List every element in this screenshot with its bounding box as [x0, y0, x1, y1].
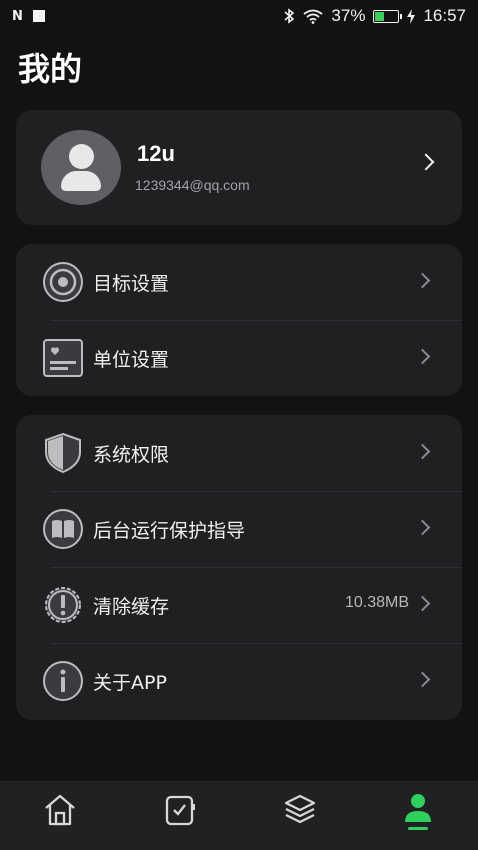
menu-item-background-guide[interactable]: 后台运行保护指导: [16, 491, 462, 567]
home-icon: [45, 794, 75, 826]
chevron-right-icon: [414, 272, 431, 289]
username: 12u: [137, 141, 175, 166]
battery-fill: [375, 11, 384, 21]
wifi-icon: [303, 9, 323, 24]
menu-item-label: 系统权限: [93, 444, 170, 466]
clock-time: 16:57: [423, 6, 466, 25]
target-icon: [43, 262, 83, 302]
settings-group-1: 目标设置 单位设置: [16, 244, 462, 396]
avatar[interactable]: [41, 130, 121, 205]
chevron-right-icon: [414, 519, 431, 536]
profile-card[interactable]: 12u 1239344@qq.com: [16, 110, 462, 225]
status-bar: N 37% 16:57: [0, 0, 478, 32]
watch-icon: [165, 795, 195, 826]
charging-icon: [407, 8, 416, 24]
user-email: 1239344@qq.com: [135, 177, 250, 193]
layers-icon: [284, 794, 316, 824]
settings-group-2: 系统权限 后台运行保护指导 清除缓存 10.38MB 关于APP: [16, 415, 462, 720]
chevron-right-icon: [414, 443, 431, 460]
tab-profile[interactable]: [388, 781, 448, 850]
menu-item-unit-settings[interactable]: 单位设置: [16, 320, 462, 396]
menu-item-label: 后台运行保护指导: [93, 520, 246, 542]
tab-layers[interactable]: [270, 781, 330, 850]
chevron-right-icon: [414, 595, 431, 612]
tab-home[interactable]: [30, 781, 90, 850]
page-title: 我的: [18, 50, 83, 88]
menu-item-system-permissions[interactable]: 系统权限: [16, 415, 462, 491]
tab-watch[interactable]: [150, 781, 210, 850]
battery-percent: 37%: [331, 6, 366, 25]
chevron-right-icon: [417, 153, 435, 171]
menu-item-about-app[interactable]: 关于APP: [16, 643, 462, 719]
menu-item-label: 清除缓存: [93, 596, 170, 618]
menu-item-label: 单位设置: [93, 349, 170, 371]
book-icon: [43, 509, 83, 549]
unit-card-icon: [43, 339, 83, 377]
nfc-icon: N: [12, 8, 23, 24]
profile-icon: [405, 794, 431, 830]
battery-icon: [373, 9, 403, 23]
bluetooth-icon: [284, 8, 295, 24]
shield-icon: [45, 432, 81, 474]
avatar-head-icon: [69, 144, 94, 169]
menu-item-label: 目标设置: [93, 273, 170, 295]
alert-gear-icon: [45, 587, 81, 623]
menu-item-label: 关于APP: [93, 672, 167, 694]
chevron-right-icon: [414, 348, 431, 365]
notification-icon: [32, 10, 45, 22]
avatar-body-icon: [61, 171, 101, 191]
menu-item-goal-settings[interactable]: 目标设置: [16, 244, 462, 320]
info-icon: [43, 661, 83, 701]
menu-item-clear-cache[interactable]: 清除缓存 10.38MB: [16, 567, 462, 643]
chevron-right-icon: [414, 671, 431, 688]
cache-size: 10.38MB: [344, 594, 409, 611]
bottom-tab-bar: [0, 781, 478, 850]
